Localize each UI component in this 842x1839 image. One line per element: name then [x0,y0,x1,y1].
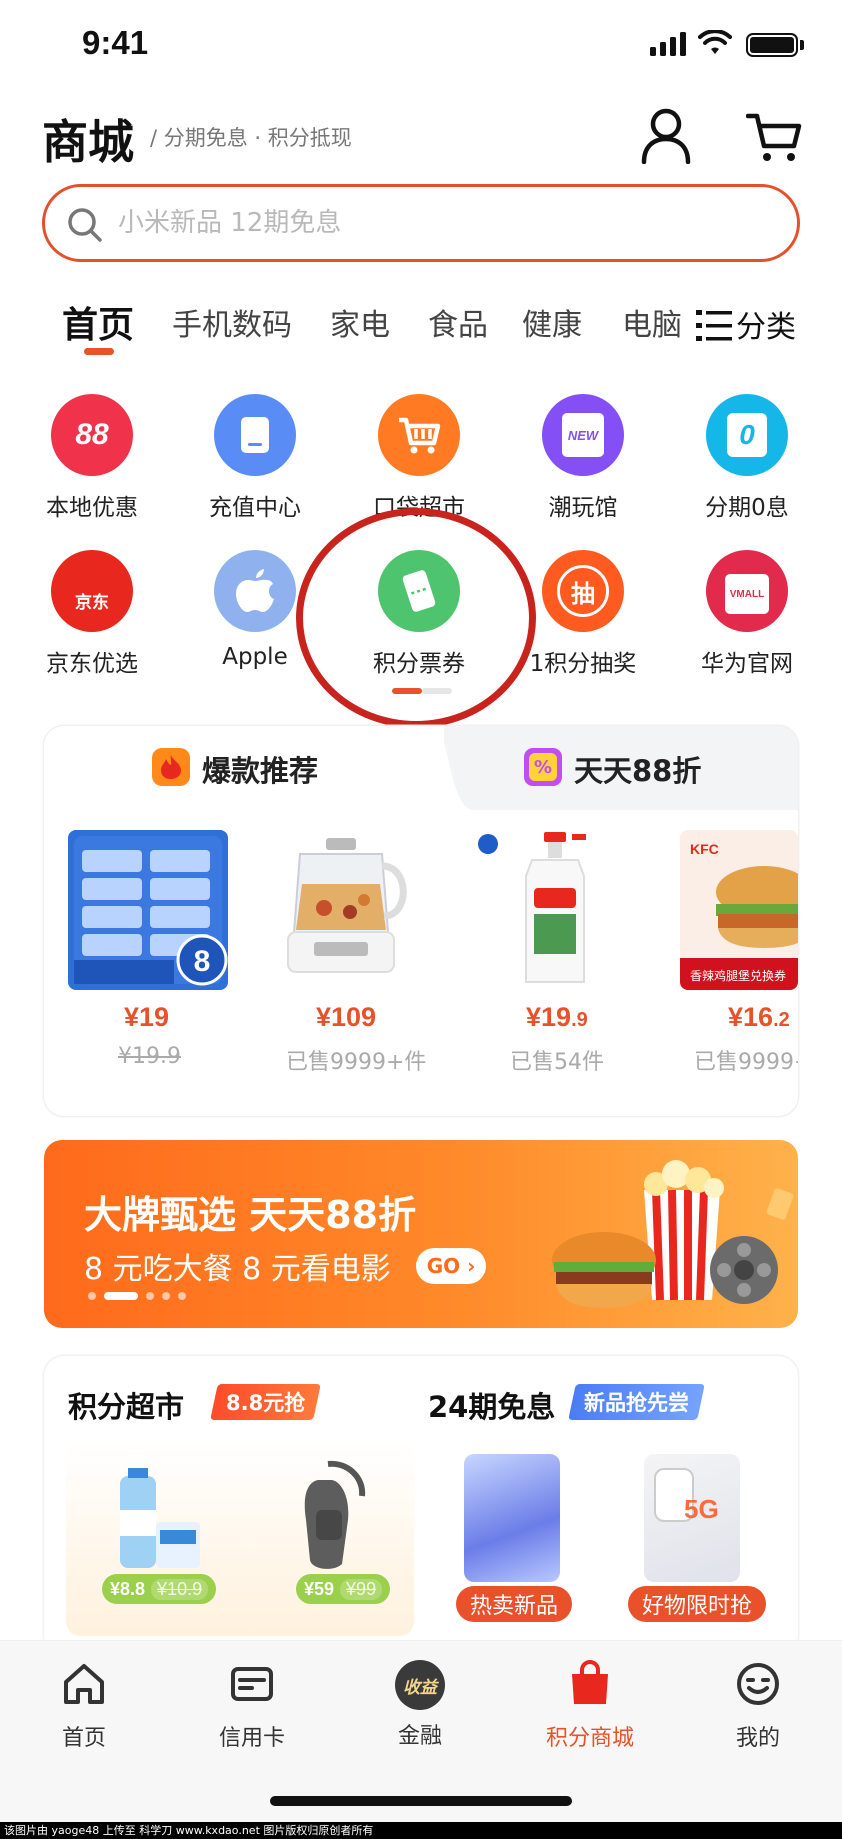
product-price: ¥19 [124,1002,170,1032]
points-item-price: ¥59 ¥99 [296,1574,391,1604]
quick-points-lottery[interactable]: 抽 1积分抽奖 [518,550,648,678]
phone-image[interactable] [464,1454,560,1582]
nav-home[interactable]: 首页 [24,1660,144,1752]
food-movie-illustration [552,1160,794,1308]
tab-phones-digital[interactable]: 手机数码 [172,300,292,344]
quick-recharge-center[interactable]: 充值中心 [190,394,320,522]
jd-dog-icon: 京东 [51,550,133,632]
svg-text:KFC: KFC [690,841,719,857]
svg-text:香辣鸡腿堡兑换券: 香辣鸡腿堡兑换券 [690,968,786,983]
credit-card-icon [231,1667,273,1701]
home-icon [64,1664,104,1704]
tab-daily-88[interactable]: 天天88折 [574,748,701,790]
home-indicator [270,1796,572,1806]
category-label[interactable]: 分类 [736,302,796,346]
detergent-bottle-image[interactable] [474,830,634,990]
interest-free-tag: 新品抢先尝 [568,1384,705,1420]
banner-title: 大牌甄选 天天88折 [84,1193,417,1237]
points-market-tag: 8.8元抢 [210,1384,322,1420]
category-list-icon[interactable] [696,308,734,344]
tab-health[interactable]: 健康 [522,300,582,344]
5g-phone-image[interactable]: 5G [644,1454,740,1582]
nav-finance[interactable]: 收益 金融 [360,1660,480,1750]
cellular-signal-icon [650,32,686,56]
lottery-icon: 抽 [542,550,624,632]
battery-tip [800,40,804,50]
highlight-circle-annotation [296,508,536,728]
tab-divider-curve [394,726,474,810]
icon-pager-active [392,688,422,694]
water-bottle-image[interactable] [110,1466,206,1576]
page-subtitle: / 分期免息 · 积分抵现 [150,126,352,150]
health-kettle-image[interactable] [260,830,420,990]
tab-active-indicator [84,348,114,355]
shopping-bag-icon [572,1660,608,1704]
nav-credit-card[interactable]: 信用卡 [192,1660,312,1752]
battery-icon [746,33,798,57]
quick-local-deals[interactable]: 88 本地优惠 [27,394,157,522]
icon-pager-track [422,688,452,694]
product-price: ¥16.2 [728,1002,790,1032]
limited-deal-button[interactable]: 好物限时抢 [628,1586,767,1622]
watermark-text: 该图片由 yaoge48 上传至 科学刀 www.kxdao.net 图片版权归… [0,1822,842,1839]
quick-huawei-official[interactable]: VMALL 华为官网 [682,550,812,678]
tissue-box-image[interactable]: 8 [68,830,228,990]
product-original-price: ¥19.9 [118,1044,181,1069]
product-price: ¥19.9 [526,1002,588,1032]
phone-recharge-icon [214,394,296,476]
search-icon [68,208,102,242]
status-time: 9:41 [82,24,149,61]
banner-subtitle: 8 元吃大餐 8 元看电影 [84,1252,391,1287]
product-price: ¥109 [316,1002,377,1032]
tab-food[interactable]: 食品 [428,300,488,344]
banner-go-button[interactable]: GO › [416,1248,486,1284]
product-sold-count: 已售9999+ [694,1050,798,1075]
deals-card: 积分超市 8.8元抢 24期免息 新品抢先尝 ¥8.8 ¥10.9 ¥59 ¥99 … [44,1356,798,1656]
discount-percent-icon: % [524,748,562,786]
apple-logo-icon [214,550,296,632]
finance-badge-icon: 收益 [395,1660,445,1710]
points-item-price: ¥8.8 ¥10.9 [102,1574,217,1604]
tab-hot-recommend[interactable]: 爆款推荐 [202,748,318,790]
user-icon[interactable] [640,108,692,164]
page-title: 商城 [42,115,134,169]
product-sold-count: 已售54件 [510,1050,604,1075]
quick-installment-zero[interactable]: 0 分期0息 [682,394,812,522]
tab-computers[interactable]: 电脑 [622,300,682,344]
banner-pager [88,1292,186,1300]
hot-products-card: 爆款推荐 % 天天88折 8 ¥19 ¥19.9 ¥109 已售9999+件 ¥… [44,726,798,1116]
sling-bag-image[interactable] [288,1460,378,1578]
hot-new-button[interactable]: 热卖新品 [456,1586,573,1622]
nav-mine[interactable]: 我的 [698,1660,818,1752]
smiley-icon [737,1663,779,1705]
flame-icon [152,748,190,786]
tab-home[interactable]: 首页 [62,296,134,348]
tab-appliances[interactable]: 家电 [330,300,390,344]
interest-free-title[interactable]: 24期免息 [428,1384,555,1426]
promo-banner[interactable]: 大牌甄选 天天88折 8 元吃大餐 8 元看电影 GO › [44,1140,798,1328]
cart-icon[interactable] [746,112,802,164]
search-input[interactable] [118,200,718,246]
bag-zero-icon: 0 [706,394,788,476]
new-tag-icon: NEW [542,394,624,476]
product-sold-count: 已售9999+件 [286,1050,427,1075]
quick-pocket-market[interactable]: 口袋超市 [354,394,484,522]
points-market-title[interactable]: 积分超市 [68,1384,184,1426]
kfc-burger-image[interactable]: KFC 香辣鸡腿堡兑换券 [680,830,798,990]
quick-jd-select[interactable]: 京东 京东优选 [27,550,157,678]
nav-points-mall[interactable]: 积分商城 [530,1660,650,1752]
quick-trendy-toys[interactable]: NEW 潮玩馆 [518,394,648,522]
wifi-icon [698,30,732,54]
vmall-bag-icon: VMALL [706,550,788,632]
88-percent-icon: 88 [51,394,133,476]
shopping-cart-icon [378,394,460,476]
svg-text:8: 8 [194,945,211,978]
